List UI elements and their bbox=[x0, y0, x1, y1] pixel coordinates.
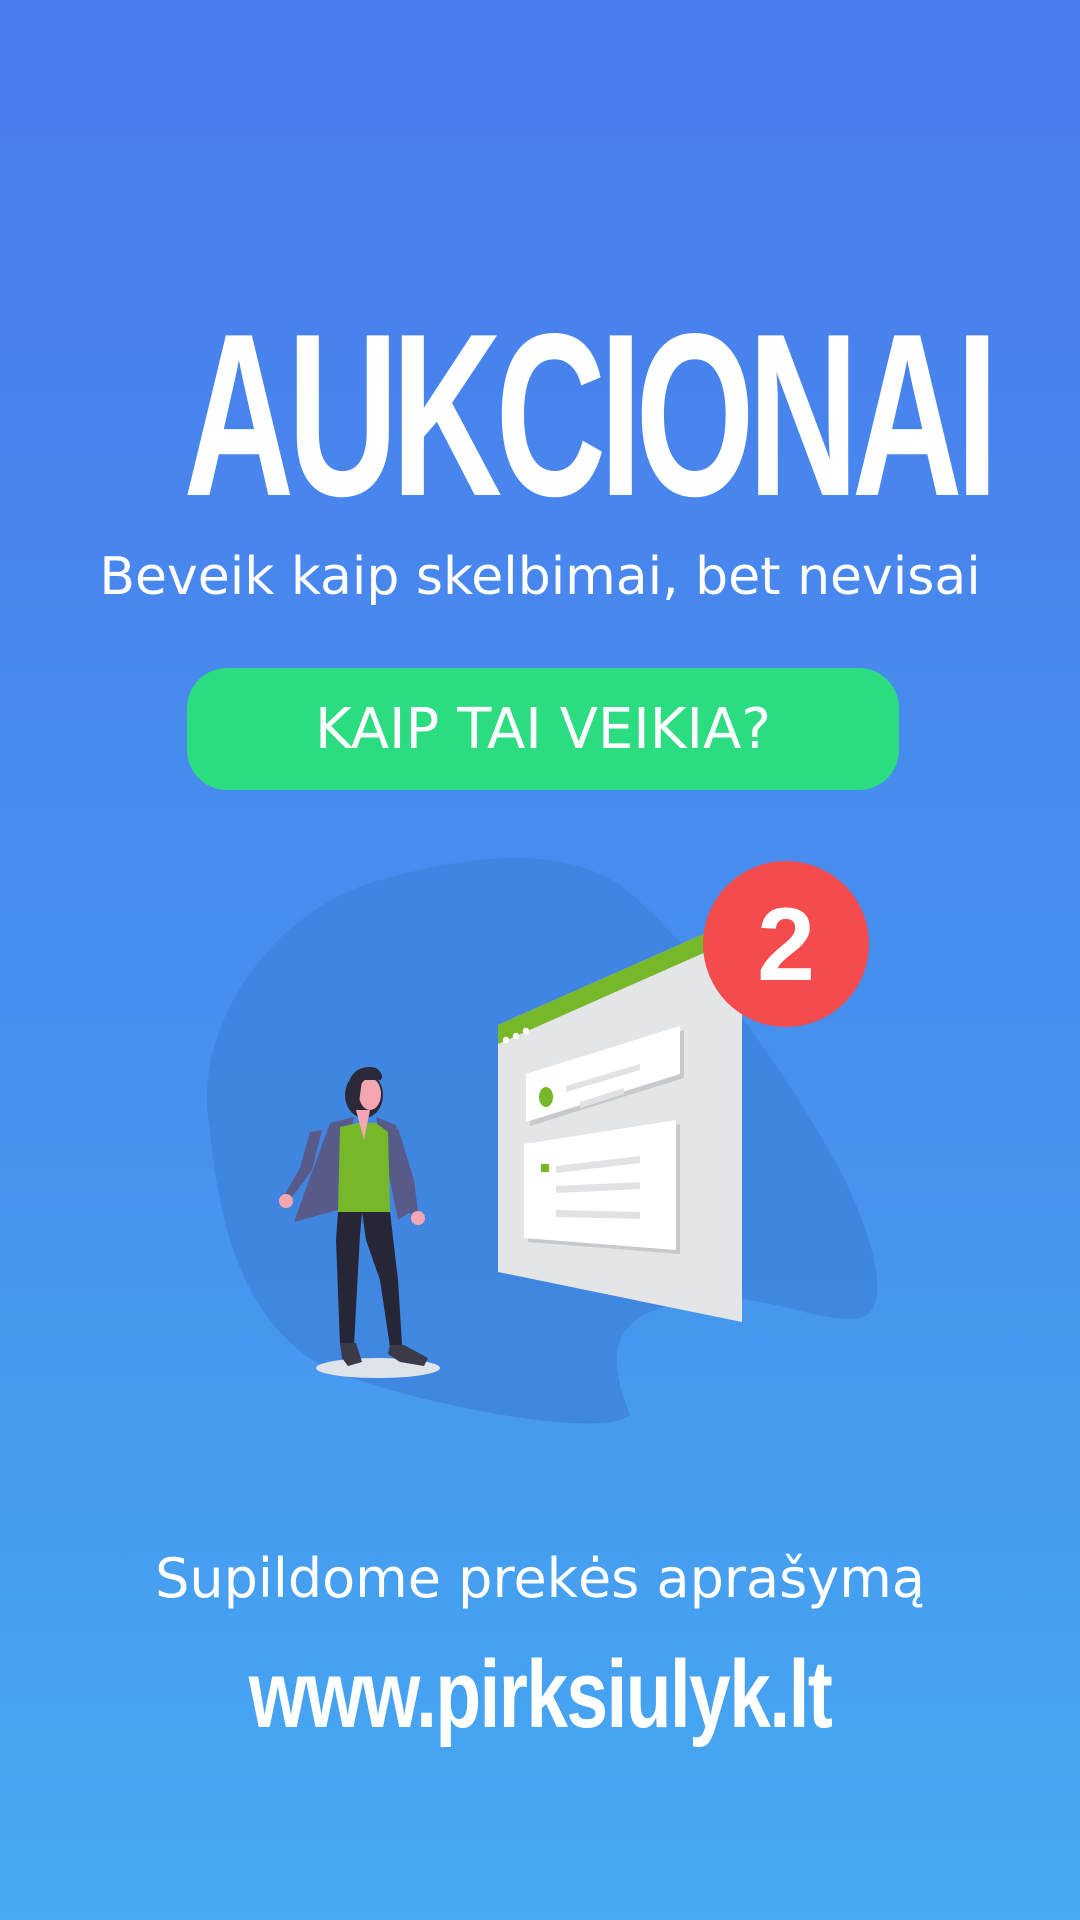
page-title: AUKCIONAI bbox=[183, 286, 999, 545]
step-badge-number: 2 bbox=[757, 887, 815, 1003]
site-url-link[interactable]: www.pirksiulyk.lt bbox=[119, 1640, 961, 1750]
step-caption: Supildome prekės aprašymą bbox=[155, 1547, 925, 1610]
window-dot-icon bbox=[522, 1027, 530, 1035]
window-dot-icon bbox=[502, 1036, 510, 1044]
how-it-works-button[interactable]: KAIP TAI VEIKIA? bbox=[187, 668, 899, 790]
step-badge: 2 bbox=[703, 861, 869, 1027]
window-dot-icon bbox=[512, 1032, 520, 1040]
auction-illustration: 2 bbox=[206, 858, 878, 1424]
page-subtitle: Beveik kaip skelbimai, bet nevisai bbox=[99, 547, 981, 607]
